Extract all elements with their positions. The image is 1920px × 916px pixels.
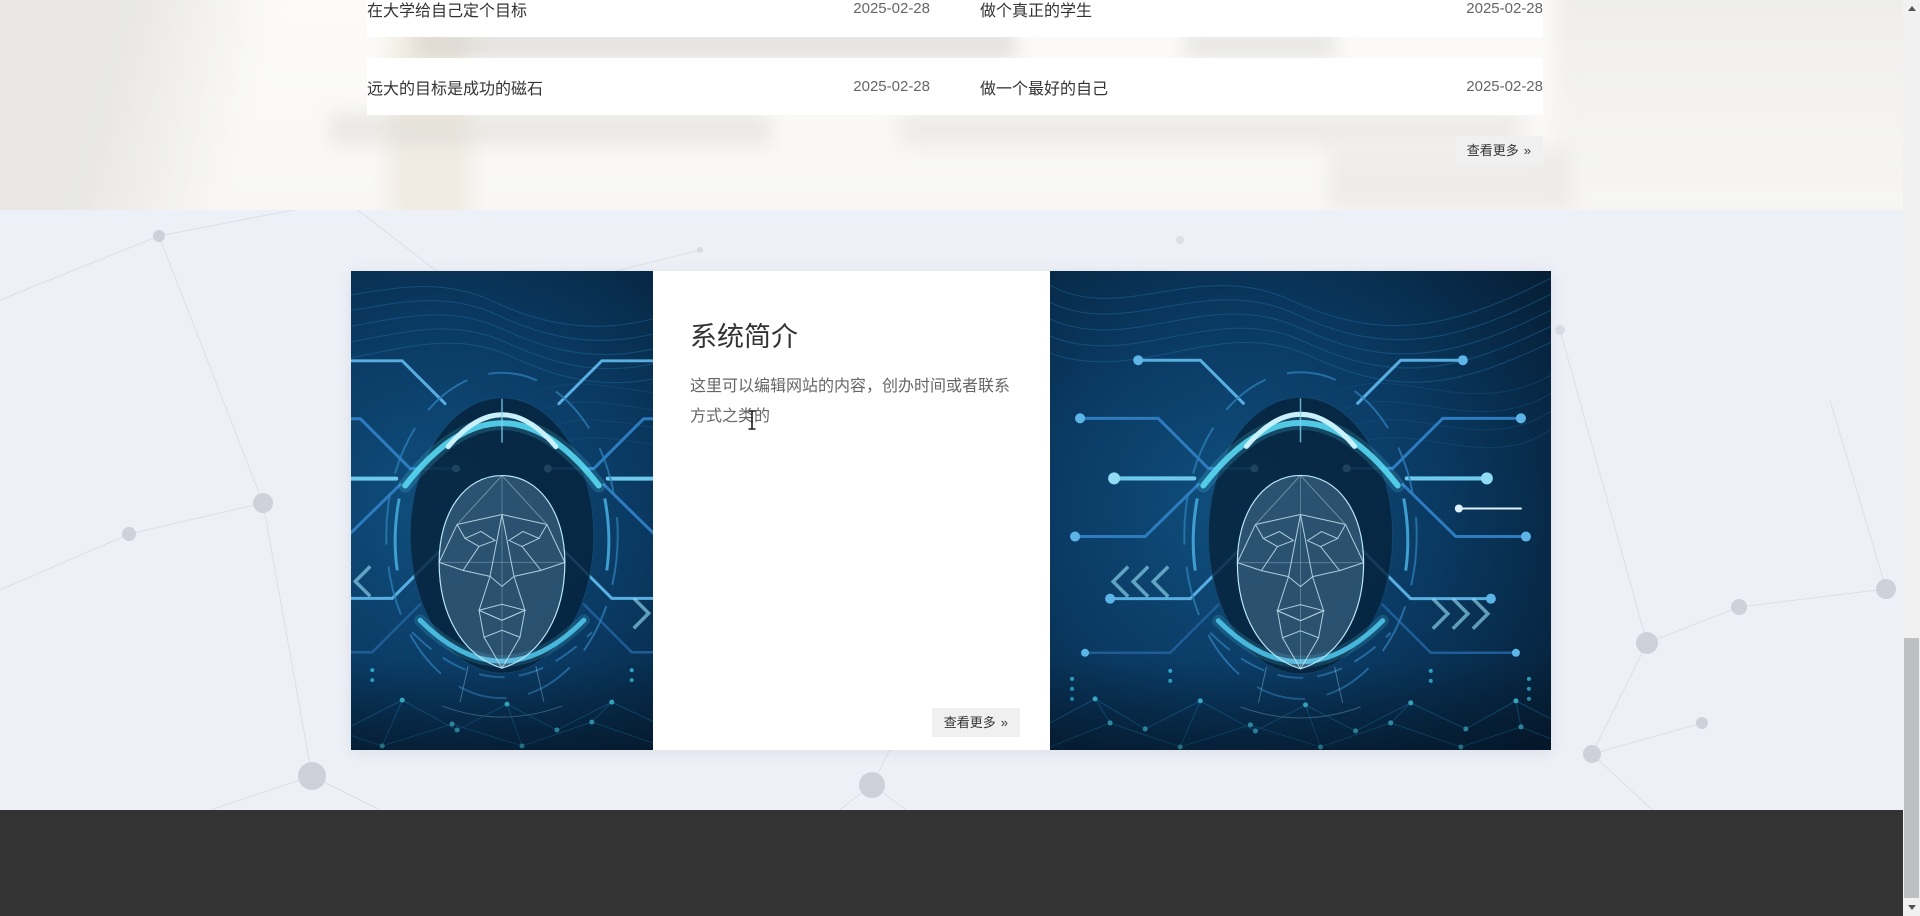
news-item[interactable]: 在大学给自己定个目标 2025-02-28 [367, 0, 930, 21]
page-footer [0, 810, 1920, 916]
intro-panel: 系统简介 这里可以编辑网站的内容，创办时间或者联系方式之类的 查看更多 » [653, 271, 1050, 750]
news-view-more-button[interactable]: 查看更多 » [1454, 136, 1543, 165]
scrollbar-down-arrow[interactable] [1903, 899, 1920, 916]
news-row: 远大的目标是成功的磁石 2025-02-28 做一个最好的自己 2025-02-… [367, 58, 1543, 115]
vertical-scrollbar[interactable] [1903, 0, 1920, 916]
down-triangle-icon [1907, 905, 1916, 910]
news-list: 在大学给自己定个目标 2025-02-28 做个真正的学生 2025-02-28… [367, 0, 1543, 165]
face-recognition-graphic [351, 271, 653, 750]
background-blur-blob [0, 0, 357, 210]
news-item-title[interactable]: 做一个最好的自己 [980, 75, 1108, 99]
view-more-label: 查看更多 [943, 715, 996, 730]
intro-view-more-button[interactable]: 查看更多 » [931, 708, 1020, 737]
scrollbar-up-arrow[interactable] [1903, 0, 1920, 17]
news-item-title[interactable]: 做个真正的学生 [980, 0, 1092, 21]
view-more-label: 查看更多 [1466, 143, 1519, 158]
intro-section: 系统简介 这里可以编辑网站的内容，创办时间或者联系方式之类的 查看更多 » [0, 210, 1920, 810]
news-list-section: 在大学给自己定个目标 2025-02-28 做个真正的学生 2025-02-28… [0, 0, 1920, 210]
intro-card: 系统简介 这里可以编辑网站的内容，创办时间或者联系方式之类的 查看更多 » [351, 271, 1551, 750]
news-more-row: 查看更多 » [367, 136, 1543, 165]
news-item[interactable]: 做一个最好的自己 2025-02-28 [980, 75, 1543, 99]
intro-title: 系统简介 [690, 322, 798, 352]
background-blur-blob [1555, 0, 1920, 210]
news-item[interactable]: 做个真正的学生 2025-02-28 [980, 0, 1543, 21]
up-triangle-icon [1907, 6, 1916, 11]
news-item[interactable]: 远大的目标是成功的磁石 2025-02-28 [367, 75, 930, 99]
scrollbar-thumb[interactable] [1904, 638, 1919, 898]
double-arrow-icon: » [1000, 715, 1008, 730]
intro-image-left [351, 271, 653, 750]
news-item-date: 2025-02-28 [1466, 0, 1543, 17]
double-arrow-icon: » [1523, 143, 1531, 158]
news-item-date: 2025-02-28 [853, 0, 930, 17]
news-item-title[interactable]: 在大学给自己定个目标 [367, 0, 527, 21]
news-row: 在大学给自己定个目标 2025-02-28 做个真正的学生 2025-02-28 [367, 0, 1543, 37]
intro-image-right [1050, 271, 1551, 750]
news-item-title[interactable]: 远大的目标是成功的磁石 [367, 75, 543, 99]
intro-body: 这里可以编辑网站的内容，创办时间或者联系方式之类的 [690, 378, 1011, 425]
face-recognition-graphic [1050, 271, 1551, 750]
webpage: 在大学给自己定个目标 2025-02-28 做个真正的学生 2025-02-28… [0, 0, 1920, 916]
news-item-date: 2025-02-28 [853, 78, 930, 95]
news-item-date: 2025-02-28 [1466, 78, 1543, 95]
